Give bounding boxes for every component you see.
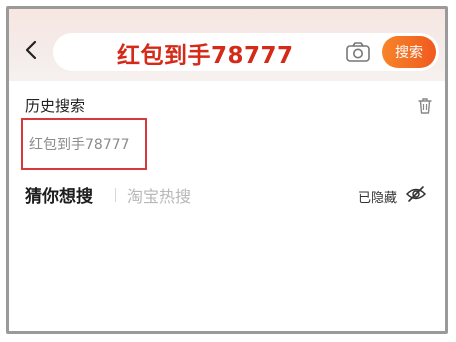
camera-icon — [346, 42, 370, 62]
chevron-left-icon — [25, 40, 37, 60]
search-button[interactable]: 搜索 — [382, 36, 436, 68]
history-section-title: 历史搜索 — [25, 97, 86, 115]
trash-icon — [418, 98, 432, 114]
toggle-visibility-button[interactable] — [405, 185, 427, 203]
tab-guess-you-search[interactable]: 猜你想搜 — [25, 182, 93, 207]
clear-history-button[interactable] — [417, 97, 433, 115]
hidden-status-label: 已隐藏 — [358, 191, 398, 206]
search-bar[interactable]: 红包到手78777 搜索 — [53, 33, 439, 71]
back-button[interactable] — [21, 39, 43, 61]
search-content-panel: 历史搜索 红包到手78777 猜你想搜 淘宝热搜 已隐藏 — [9, 81, 445, 331]
search-header: 红包到手78777 搜索 — [9, 9, 445, 81]
history-item-label: 红包到手78777 — [29, 137, 130, 153]
screenshot-frame: 红包到手78777 搜索 历史搜索 红包到手78777 猜你想搜 淘宝热搜 已隐… — [6, 6, 448, 334]
tab-taobao-hot-search[interactable]: 淘宝热搜 — [127, 183, 191, 207]
camera-button[interactable] — [345, 40, 371, 64]
tab-divider — [115, 188, 116, 202]
search-button-label: 搜索 — [395, 45, 423, 61]
history-item[interactable]: 红包到手78777 — [21, 118, 147, 170]
eye-off-icon — [405, 186, 427, 202]
search-input-value[interactable]: 红包到手78777 — [117, 36, 294, 70]
